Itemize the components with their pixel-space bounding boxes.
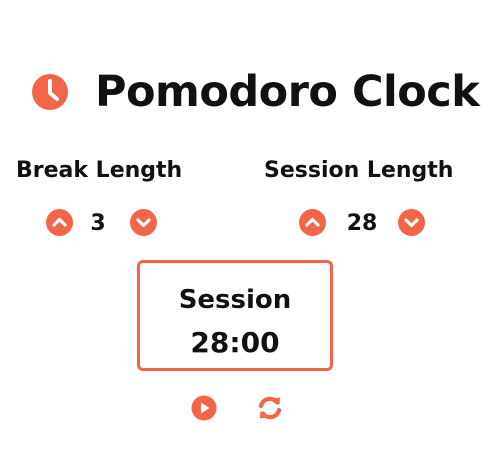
session-length-label: Session Length: [264, 158, 454, 183]
play-icon: [191, 395, 217, 421]
header: Pomodoro Clock: [0, 64, 502, 120]
chevron-up-icon: [305, 217, 320, 227]
chevron-down-icon: [136, 218, 151, 228]
chevron-up-icon: [52, 217, 67, 227]
break-length-label: Break Length: [16, 158, 183, 183]
start-stop-button[interactable]: [191, 395, 217, 421]
break-length-value: 3: [90, 211, 106, 236]
session-length-control: 28: [298, 208, 426, 238]
session-decrement-button[interactable]: [299, 209, 326, 236]
refresh-icon: [258, 396, 282, 420]
break-decrement-button[interactable]: [46, 209, 73, 236]
break-increment-button[interactable]: [130, 209, 157, 236]
reset-button[interactable]: [256, 395, 284, 421]
page-title: Pomodoro Clock: [95, 67, 480, 117]
time-left: 28:00: [190, 326, 280, 359]
break-length-control: 3: [46, 208, 158, 238]
clock-icon: [26, 68, 74, 116]
timer-display: Session 28:00: [137, 260, 333, 371]
session-length-value: 28: [346, 211, 378, 236]
session-increment-button[interactable]: [398, 209, 425, 236]
pomodoro-app: Pomodoro Clock Break Length Session Leng…: [0, 0, 502, 454]
chevron-down-icon: [404, 218, 419, 228]
timer-label: Session: [178, 285, 292, 315]
